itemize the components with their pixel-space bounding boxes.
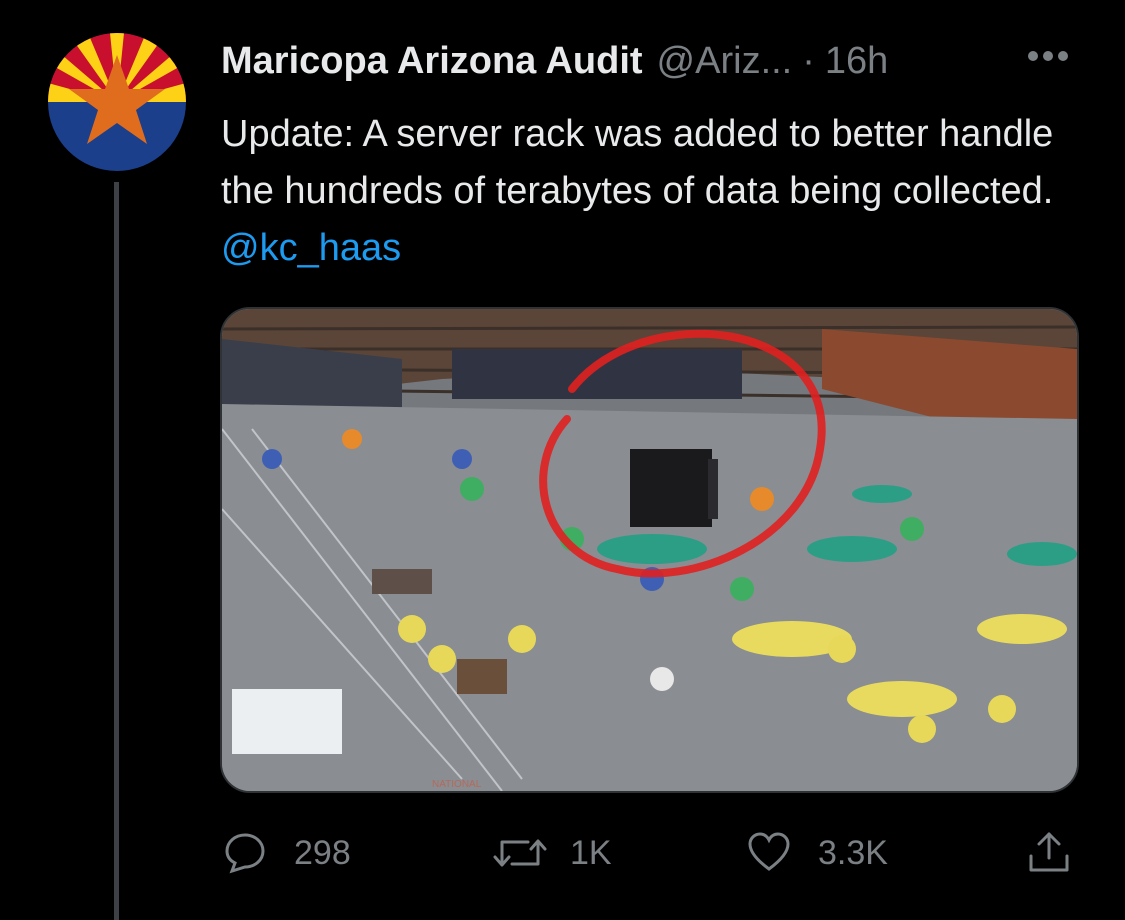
author-name[interactable]: Maricopa Arizona Audit: [221, 40, 643, 83]
mention-link[interactable]: @kc_haas: [221, 227, 401, 269]
tweet-media[interactable]: NATIONAL: [220, 307, 1079, 793]
thread-line: [114, 182, 119, 920]
tweet-header: Maricopa Arizona Audit @Ariz... · 16h: [221, 36, 1081, 86]
reply-count: 298: [294, 833, 351, 872]
tweet-body: Update: A server rack was added to bette…: [221, 113, 1054, 212]
retweet-button[interactable]: 1K: [492, 830, 612, 876]
retweet-count: 1K: [570, 833, 612, 872]
retweet-icon: [493, 839, 547, 867]
action-bar: 298 1K 3.3K: [0, 820, 1125, 890]
author-handle[interactable]: @Ariz...: [657, 40, 793, 83]
tweet-time[interactable]: 16h: [825, 40, 888, 83]
share-button[interactable]: [1026, 830, 1072, 876]
reply-icon: [225, 833, 265, 874]
media-photo: NATIONAL: [222, 309, 1077, 791]
more-options-icon[interactable]: [1028, 48, 1078, 74]
like-button[interactable]: 3.3K: [746, 830, 888, 876]
avatar[interactable]: [48, 33, 186, 171]
tweet-text: Update: A server rack was added to bette…: [221, 106, 1091, 277]
media-banner-text: NATIONAL: [432, 779, 482, 790]
dot-separator: ·: [802, 39, 815, 82]
like-count: 3.3K: [818, 833, 888, 872]
reply-button[interactable]: 298: [222, 830, 351, 876]
arizona-flag-avatar: [48, 33, 186, 171]
heart-icon: [748, 832, 790, 871]
share-icon: [1029, 832, 1069, 872]
